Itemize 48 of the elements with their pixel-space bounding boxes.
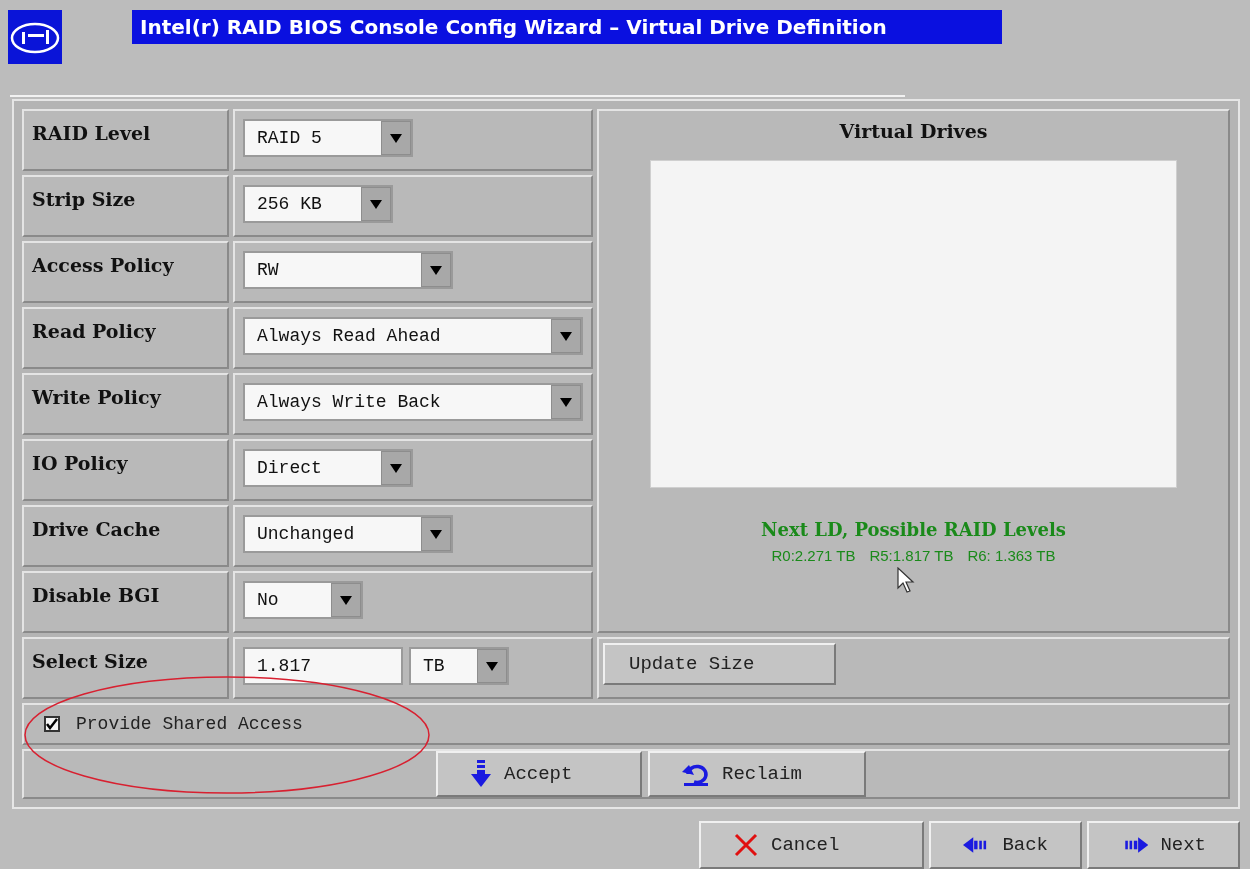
window-title: Intel(r) RAID BIOS Console Config Wizard – Virtual Drive Definition: [132, 10, 1002, 44]
field-label: Drive Cache: [32, 518, 161, 540]
raid-level-capacity: R0:2.271 TB: [771, 545, 856, 566]
checkbox-label: Provide Shared Access: [76, 712, 303, 736]
field-label: Access Policy: [32, 254, 174, 276]
undo-icon: [682, 762, 710, 786]
dropdown-field[interactable]: Always Write Back: [243, 383, 583, 421]
action-button[interactable]: Reclaim: [648, 751, 866, 797]
checkbox[interactable]: [44, 716, 60, 732]
dropdown-field[interactable]: Always Read Ahead: [243, 317, 583, 355]
dropdown-field[interactable]: Unchanged: [243, 515, 453, 553]
nav-button[interactable]: Cancel: [699, 821, 924, 869]
update-size-button[interactable]: Update Size: [603, 643, 836, 685]
nav-button[interactable]: Next: [1087, 821, 1240, 869]
caret-icon: [430, 264, 442, 276]
next-ld-heading: Next LD, Possible RAID Levels: [761, 517, 1066, 542]
field-label: IO Policy: [32, 452, 128, 474]
caret-icon: [390, 462, 402, 474]
size-field[interactable]: 1.817: [243, 647, 403, 685]
check-icon: [46, 718, 58, 730]
raid-level-capacity: R6: 1.363 TB: [967, 545, 1056, 566]
panel-title: Virtual Drives: [839, 119, 988, 144]
caret-icon: [430, 528, 442, 540]
logo: [8, 10, 62, 64]
down-arrow-icon: [470, 760, 492, 788]
caret-icon: [340, 594, 352, 606]
dropdown-field[interactable]: No: [243, 581, 363, 619]
dropdown-field[interactable]: TB: [409, 647, 509, 685]
caret-icon: [390, 132, 402, 144]
field-label: Disable BGI: [32, 584, 160, 606]
field-label: Write Policy: [32, 386, 161, 408]
nav-button[interactable]: Back: [929, 821, 1082, 869]
cursor-icon: [897, 567, 915, 593]
caret-icon: [486, 660, 498, 672]
caret-icon: [370, 198, 382, 210]
dropdown-field[interactable]: 256 KB: [243, 185, 393, 223]
field-label: Strip Size: [32, 188, 136, 210]
dropdown-field[interactable]: Direct: [243, 449, 413, 487]
caret-icon: [560, 396, 572, 408]
raid-level-capacity: R5:1.817 TB: [869, 545, 954, 566]
dropdown-field[interactable]: RAID 5: [243, 119, 413, 157]
action-button[interactable]: Accept: [436, 751, 642, 797]
field-label: Select Size: [32, 650, 148, 672]
field-label: RAID Level: [32, 122, 151, 144]
close-icon: [733, 832, 759, 858]
field-label: Read Policy: [32, 320, 156, 342]
dropdown-field[interactable]: RW: [243, 251, 453, 289]
caret-icon: [560, 330, 572, 342]
